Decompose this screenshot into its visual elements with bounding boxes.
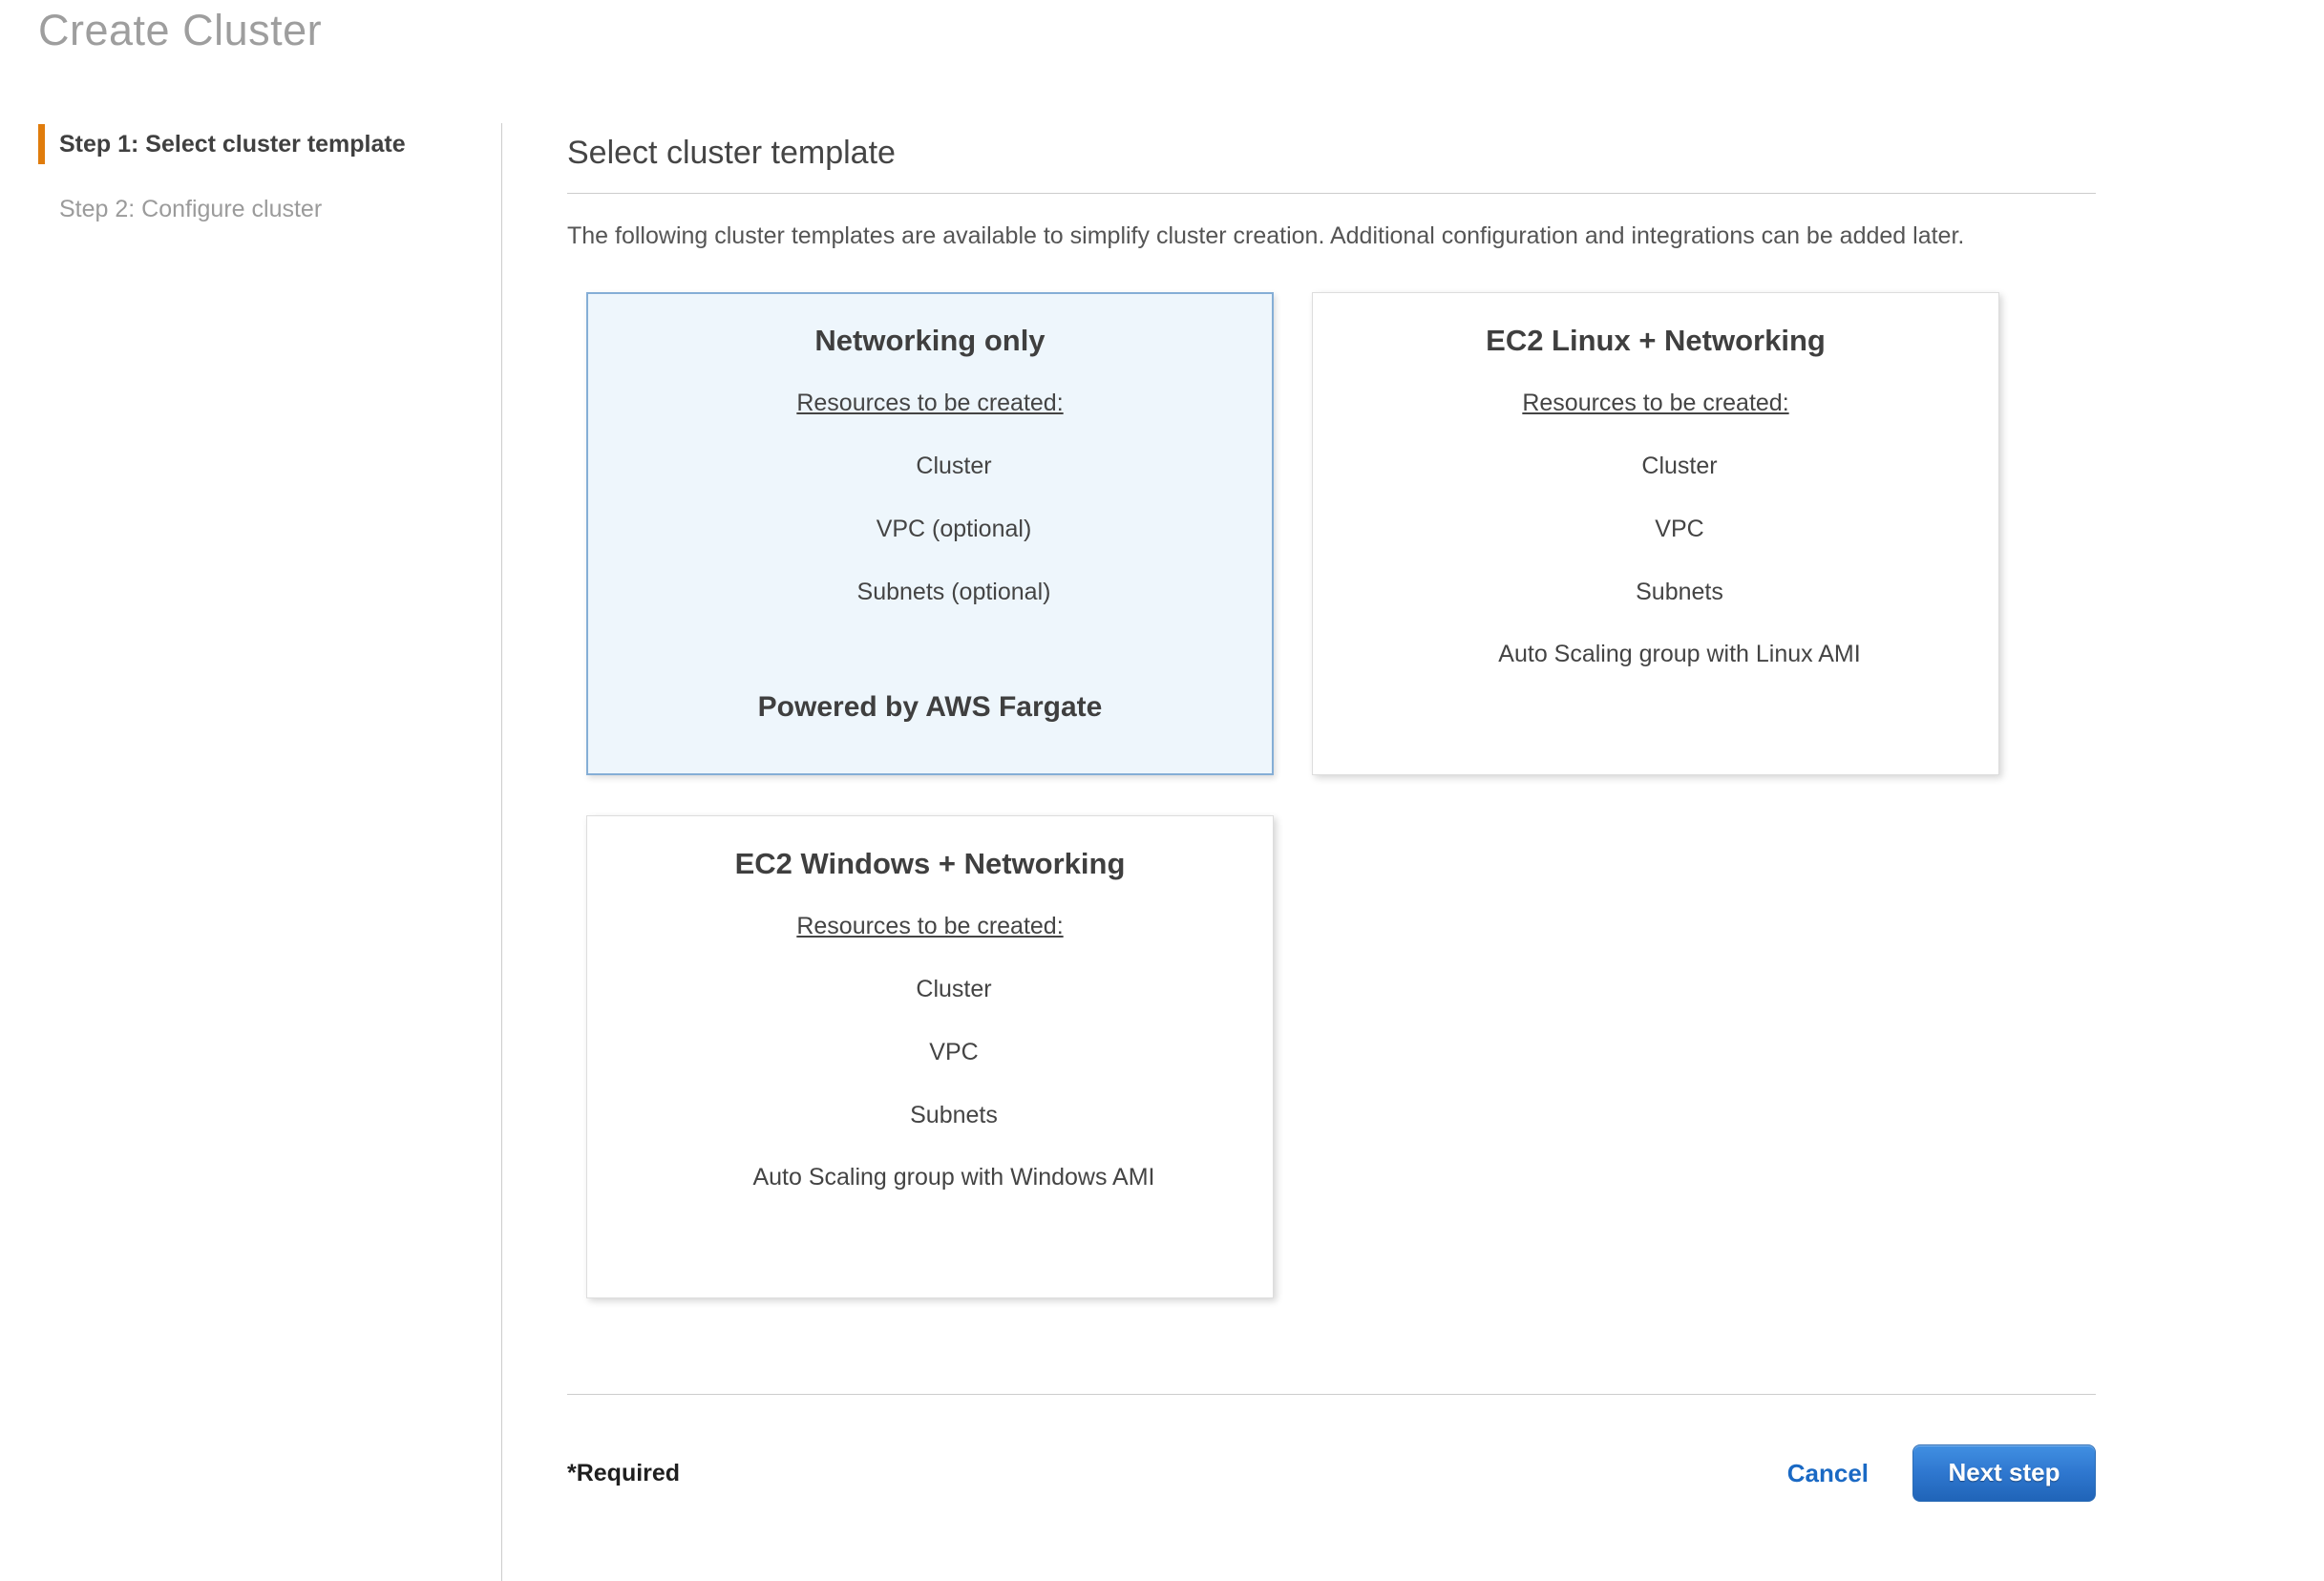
resource-item: VPC xyxy=(635,1039,1273,1066)
card-resources-list: Cluster VPC Subnets Auto Scaling group w… xyxy=(587,940,1273,1191)
cluster-template-cards: Networking only Resources to be created:… xyxy=(586,292,2096,1298)
wizard-steps-sidebar: Step 1: Select cluster template Step 2: … xyxy=(38,124,487,254)
card-resources-heading: Resources to be created: xyxy=(1522,390,1788,417)
section-heading: Select cluster template xyxy=(567,132,2096,174)
card-resources-list: Cluster VPC (optional) Subnets (optional… xyxy=(588,417,1272,605)
card-title: EC2 Linux + Networking xyxy=(1486,324,1826,358)
resource-item: Subnets xyxy=(1361,579,1998,606)
required-note: *Required xyxy=(567,1460,680,1487)
resource-item: Cluster xyxy=(1361,453,1998,480)
page-title: Create Cluster xyxy=(38,6,322,55)
card-title: Networking only xyxy=(814,324,1045,358)
template-card-ec2-linux-networking[interactable]: EC2 Linux + Networking Resources to be c… xyxy=(1312,292,1999,775)
card-resources-heading: Resources to be created: xyxy=(796,390,1063,417)
sidebar-content-divider xyxy=(501,123,502,1581)
template-card-networking-only[interactable]: Networking only Resources to be created:… xyxy=(586,292,1274,775)
resource-item: Subnets xyxy=(635,1102,1273,1129)
section-description: The following cluster templates are avai… xyxy=(567,215,1990,258)
footer-divider xyxy=(567,1394,2096,1395)
wizard-footer: *Required Cancel Next step xyxy=(567,1444,2096,1502)
next-step-button[interactable]: Next step xyxy=(1912,1444,2096,1502)
footer-actions: Cancel Next step xyxy=(1787,1444,2096,1502)
card-resources-heading: Resources to be created: xyxy=(796,913,1063,940)
template-card-ec2-windows-networking[interactable]: EC2 Windows + Networking Resources to be… xyxy=(586,815,1274,1298)
resource-item: VPC (optional) xyxy=(636,516,1272,543)
resource-item: Cluster xyxy=(635,976,1273,1003)
resource-item: Subnets (optional) xyxy=(636,579,1272,606)
cancel-link[interactable]: Cancel xyxy=(1787,1459,1869,1488)
card-footer-label: Powered by AWS Fargate xyxy=(758,691,1103,724)
resource-item: Cluster xyxy=(636,453,1272,480)
sidebar-step-1-select-cluster-template[interactable]: Step 1: Select cluster template xyxy=(38,124,487,164)
resource-item: Auto Scaling group with Linux AMI xyxy=(1361,641,1998,668)
card-title: EC2 Windows + Networking xyxy=(735,847,1126,881)
card-resources-list: Cluster VPC Subnets Auto Scaling group w… xyxy=(1313,417,1998,668)
heading-divider xyxy=(567,193,2096,194)
resource-item: VPC xyxy=(1361,516,1998,543)
resource-item: Auto Scaling group with Windows AMI xyxy=(635,1164,1273,1191)
sidebar-step-2-configure-cluster[interactable]: Step 2: Configure cluster xyxy=(38,189,487,229)
main-content: Select cluster template The following cl… xyxy=(567,132,2096,1502)
